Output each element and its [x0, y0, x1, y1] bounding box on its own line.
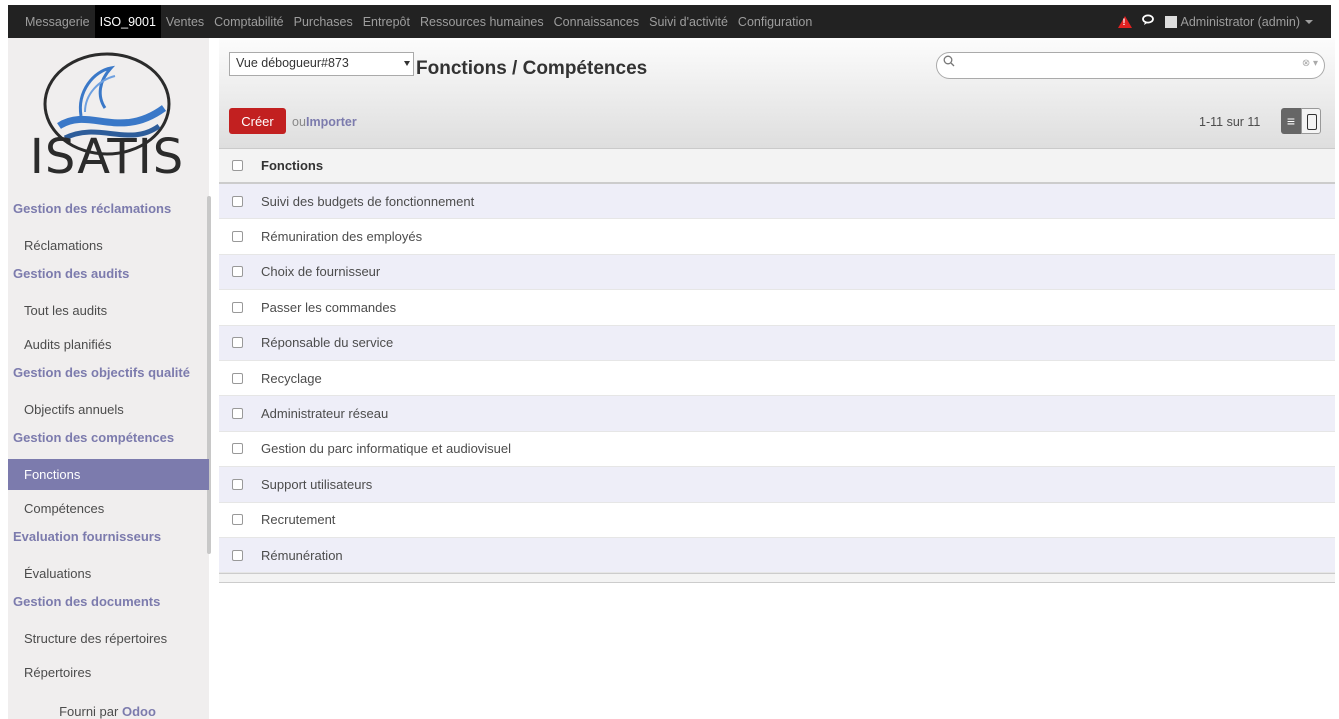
sidebar-item[interactable]: Audits planifiés: [8, 329, 209, 360]
sidebar-item[interactable]: Répertoires: [8, 657, 209, 688]
row-checkbox[interactable]: [232, 337, 243, 349]
sidebar-item[interactable]: Objectifs annuels: [8, 394, 209, 425]
sidebar-section-title: Evaluation fournisseurs: [13, 529, 162, 544]
kanban-view-icon[interactable]: [1301, 108, 1321, 134]
row-label: Recrutement: [261, 512, 336, 528]
top-right-area: Administrator (admin): [1117, 5, 1331, 38]
odoo-link[interactable]: Odoo: [122, 704, 156, 719]
row-label: Passer les commandes: [261, 299, 397, 315]
table-footer: [219, 573, 1335, 584]
company-logo: ISATIS: [8, 38, 209, 184]
top-menu-item[interactable]: Messagerie: [20, 5, 95, 38]
table-row[interactable]: Recrutement: [219, 503, 1335, 538]
row-label: Rémunération: [261, 547, 343, 563]
sidebar-item[interactable]: Réclamations: [8, 230, 209, 261]
sidebar-item[interactable]: Structure des répertoires: [8, 623, 209, 654]
top-navbar: Messagerie ISO_9001 Ventes Comptabilité Purc…: [8, 5, 1331, 38]
table-row[interactable]: Recyclage: [219, 361, 1335, 397]
search-input[interactable]: ⊗ ▾: [936, 52, 1325, 79]
row-label: Suivi des budgets de fonctionnement: [261, 193, 475, 209]
sidebar-section-title: Gestion des réclamations: [13, 201, 172, 216]
row-checkbox[interactable]: [232, 443, 243, 455]
sidebar-section-title: Gestion des audits: [13, 266, 130, 281]
pager-value[interactable]: 1-11 sur 11: [1199, 115, 1260, 129]
avatar: [1164, 15, 1177, 28]
user-menu[interactable]: Administrator (admin): [1164, 14, 1313, 29]
table-row[interactable]: Réponsable du service: [219, 325, 1335, 361]
user-name: Administrator (admin): [1180, 14, 1300, 29]
row-checkbox[interactable]: [232, 478, 243, 490]
row-checkbox[interactable]: [232, 301, 243, 313]
row-label: Administrateur réseau: [261, 406, 389, 422]
row-checkbox[interactable]: [232, 408, 243, 420]
top-menu: Messagerie ISO_9001 Ventes Comptabilité Purc…: [8, 5, 817, 38]
sidebar-section-title: Gestion des objectifs qualité: [13, 365, 190, 380]
table-row[interactable]: Gestion du parc informatique et audiovis…: [219, 432, 1335, 468]
list-table: Fonctions Suivi des budgets de fonctionn…: [219, 149, 1335, 584]
top-menu-item[interactable]: Purchases: [289, 5, 358, 38]
table-body: Suivi des budgets de fonctionnement Rémun…: [219, 184, 1335, 574]
sidebar-item[interactable]: Évaluations: [8, 558, 209, 589]
or-label: ou: [292, 115, 306, 129]
row-label: Support utilisateurs: [261, 476, 373, 492]
row-label: Réponsable du service: [261, 335, 394, 351]
row-label: Recyclage: [261, 370, 322, 386]
top-menu-item[interactable]: Ventes: [161, 5, 209, 38]
row-checkbox[interactable]: [232, 549, 243, 561]
isatis-logo-icon: ISATIS: [29, 52, 184, 176]
table-header: Fonctions: [219, 149, 1335, 184]
top-menu-item[interactable]: Ressources humaines: [415, 5, 549, 38]
powered-by-text: Fourni par: [59, 704, 119, 719]
sidebar-section-title: Gestion des documents: [13, 594, 161, 609]
chat-icon[interactable]: [1141, 14, 1155, 29]
table-row[interactable]: Administrateur réseau: [219, 396, 1335, 432]
breadcrumb: Fonctions / Compétences: [416, 58, 648, 79]
top-menu-item[interactable]: ISO_9001: [94, 5, 161, 38]
search-icon: [943, 55, 955, 70]
top-menu-item[interactable]: Connaissances: [549, 5, 644, 38]
row-checkbox[interactable]: [232, 195, 243, 207]
row-label: Gestion du parc informatique et audiovis…: [261, 441, 512, 457]
column-header-fonctions[interactable]: Fonctions: [261, 158, 323, 173]
list-view-icon[interactable]: ≡: [1281, 108, 1301, 134]
alert-icon[interactable]: [1117, 15, 1132, 28]
table-row[interactable]: Support utilisateurs: [219, 467, 1335, 503]
sidebar-item[interactable]: Tout les audits: [8, 295, 209, 326]
select-all-checkbox[interactable]: [232, 160, 243, 171]
table-row[interactable]: Suivi des budgets de fonctionnement: [219, 184, 1335, 220]
main-content: Vue débogueur#873 Fonctions / Compétence…: [219, 38, 1339, 719]
table-row[interactable]: Choix de fournisseur: [219, 254, 1335, 291]
sidebar-item[interactable]: Compétences: [8, 493, 209, 524]
table-row[interactable]: Passer les commandes: [219, 290, 1335, 326]
top-menu-item[interactable]: Comptabilité: [209, 5, 288, 38]
row-checkbox[interactable]: [232, 372, 243, 384]
search-options-icon[interactable]: ⊗ ▾: [1302, 58, 1318, 69]
top-menu-item[interactable]: Entrepôt: [358, 5, 415, 38]
top-menu-item[interactable]: Suivi d'activité: [644, 5, 733, 38]
logo-wordmark: ISATIS: [29, 129, 184, 176]
row-checkbox[interactable]: [232, 266, 243, 278]
row-label: Rémuniration des employés: [261, 229, 423, 245]
sidebar-section-title: Gestion des compétences: [13, 430, 175, 445]
create-button[interactable]: Créer: [229, 108, 286, 134]
table-row[interactable]: Rémunération: [219, 537, 1335, 574]
top-menu-item[interactable]: Configuration: [733, 5, 817, 38]
row-checkbox[interactable]: [232, 514, 243, 526]
powered-by: Fourni par Odoo: [0, 704, 201, 719]
row-checkbox[interactable]: [232, 231, 243, 243]
table-row[interactable]: Rémuniration des employés: [219, 219, 1335, 255]
debug-view-select[interactable]: Vue débogueur#873: [229, 52, 414, 76]
sidebar-item[interactable]: Fonctions: [8, 459, 209, 490]
row-label: Choix de fournisseur: [261, 264, 381, 280]
chevron-down-icon: [1305, 19, 1313, 24]
control-panel: Vue débogueur#873 Fonctions / Compétence…: [219, 38, 1335, 149]
import-link[interactable]: Importer: [306, 115, 357, 129]
